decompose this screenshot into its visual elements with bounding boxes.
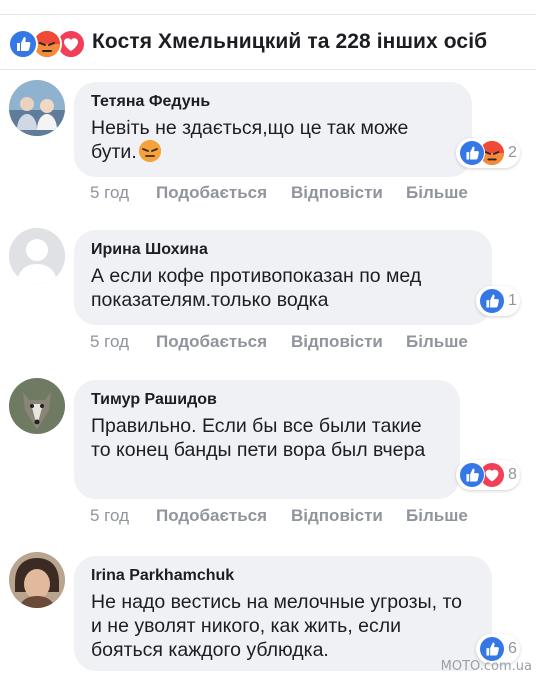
comment-bubble: Тетяна Федунь Невіть не здається,що це т… [74, 82, 472, 177]
reaction-count: 1 [508, 292, 517, 309]
comment-actions: 5 год Подобається Відповісти Більше [90, 332, 468, 352]
reactions-summary-bar[interactable]: Костя Хмельницкий та 228 інших осіб [0, 14, 536, 70]
avatar[interactable] [9, 80, 65, 136]
like-icon [459, 140, 485, 166]
comment-text: Невіть не здається,що це так може бути. [91, 116, 456, 164]
more-link[interactable]: Більше [406, 332, 468, 352]
like-icon [479, 288, 505, 314]
comment-reactions[interactable]: 8 [456, 460, 520, 490]
comment-author[interactable]: Ирина Шохина [91, 240, 476, 260]
like-link[interactable]: Подобається [156, 506, 291, 526]
comment-actions: 5 год Подобається Відповісти Більше [90, 506, 468, 526]
comment-author[interactable]: Тимур Рашидов [91, 390, 444, 410]
comment-item: Тимур Рашидов Правильно. Если бы все был… [0, 378, 536, 538]
reaction-icons-group [8, 27, 88, 59]
reaction-count: 8 [508, 466, 517, 483]
watermark: MOTO.com.ua [440, 659, 532, 674]
avatar[interactable] [9, 378, 65, 434]
comment-text: А если кофе противопоказан по мед показа… [91, 265, 422, 311]
comment-actions: 5 год Подобається Відповісти Більше [90, 183, 468, 203]
avatar[interactable] [9, 552, 65, 608]
like-link[interactable]: Подобається [156, 332, 291, 352]
comment-item: Тетяна Федунь Невіть не здається,що це т… [0, 80, 536, 220]
comment-item: Irina Parkhamchuk Не надо вестись на мел… [0, 552, 536, 676]
avatar[interactable] [9, 228, 65, 284]
reply-link[interactable]: Відповісти [291, 332, 406, 352]
comment-author[interactable]: Тетяна Федунь [91, 92, 456, 112]
more-link[interactable]: Більше [406, 183, 468, 203]
comment-bubble: Тимур Рашидов Правильно. Если бы все был… [74, 380, 460, 499]
reply-link[interactable]: Відповісти [291, 183, 406, 203]
reactions-summary-text[interactable]: Костя Хмельницкий та 228 інших осіб [92, 30, 487, 54]
like-icon [459, 462, 485, 488]
angry-face-emoji [138, 140, 161, 162]
more-link[interactable]: Більше [406, 506, 468, 526]
comment-text: Не надо вестись на мелочные угрозы, то и… [91, 591, 463, 661]
reaction-count: 6 [508, 640, 517, 657]
reply-link[interactable]: Відповісти [291, 506, 406, 526]
comment-timestamp[interactable]: 5 год [90, 506, 156, 526]
comment-reactions[interactable]: 1 [476, 286, 520, 316]
comment-timestamp[interactable]: 5 год [90, 332, 156, 352]
comment-author[interactable]: Irina Parkhamchuk [91, 566, 476, 586]
like-icon [8, 29, 38, 59]
comment-timestamp[interactable]: 5 год [90, 183, 156, 203]
comment-bubble: Irina Parkhamchuk Не надо вестись на мел… [74, 556, 492, 671]
reaction-count: 2 [508, 144, 517, 161]
comment-text: Правильно. Если бы все были такие то кон… [91, 415, 426, 461]
comment-reactions[interactable]: 2 [456, 138, 520, 168]
comment-item: Ирина Шохина А если кофе противопоказан … [0, 228, 536, 368]
comment-bubble: Ирина Шохина А если кофе противопоказан … [74, 230, 492, 325]
like-link[interactable]: Подобається [156, 183, 291, 203]
